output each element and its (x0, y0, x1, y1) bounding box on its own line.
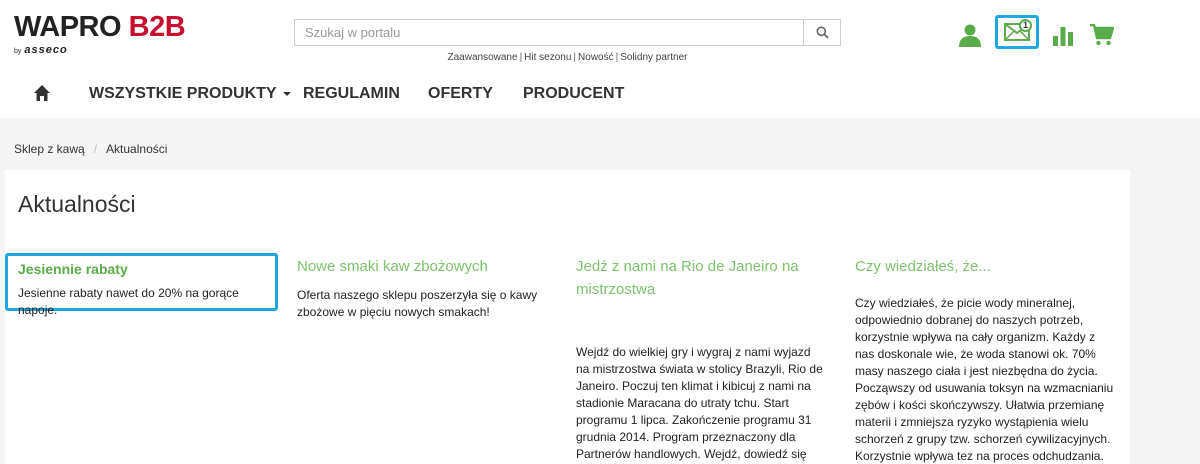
site-header: WAPRO B2B byasseco Zaawansowane|Hit sezo… (0, 0, 1200, 72)
search-link-new[interactable]: Nowość (578, 52, 614, 63)
bar-chart-icon (1053, 27, 1073, 46)
nav-all-products-label: WSZYSTKIE PRODUKTY (89, 85, 277, 102)
separator: | (519, 52, 523, 63)
home-icon (34, 85, 50, 101)
news-title[interactable]: Jedź z nami na Rio de Janeiro na mistrzo… (576, 255, 826, 301)
search-link-solid-partner[interactable]: Solidny partner (620, 52, 687, 63)
cart-button[interactable] (1087, 20, 1117, 50)
news-item[interactable]: Nowe smaki kaw zbożowych Oferta naszego … (297, 255, 547, 321)
news-text: Czy wiedziałeś, że picie wody mineralnej… (855, 296, 1114, 463)
search-icon (816, 26, 829, 39)
logo-text: WAPRO B2B (14, 11, 186, 43)
logo-by: by (14, 48, 22, 55)
breadcrumb-separator: / (93, 142, 98, 156)
main-nav: WSZYSTKIE PRODUKTY REGULAMIN OFERTY PROD… (0, 72, 1200, 118)
logo-byline: by asseco (14, 44, 185, 56)
news-text: Oferta naszego sklepu poszerzyła się o k… (297, 288, 538, 319)
logo[interactable]: WAPRO B2B by asseco (14, 11, 186, 56)
logo-wapro: WAPRO (14, 11, 122, 43)
messages-button[interactable]: 1 (995, 15, 1039, 49)
logo-b2b: B2B (128, 11, 186, 43)
separator: | (615, 52, 619, 63)
news-item[interactable]: Jedź z nami na Rio de Janeiro na mistrzo… (576, 255, 826, 464)
search-link-advanced[interactable]: Zaawansowane (448, 52, 518, 63)
separator: | (573, 52, 577, 63)
messages-badge: 1 (1019, 19, 1032, 32)
search-link-season-hit[interactable]: Hit sezonu (524, 52, 571, 63)
nav-offers[interactable]: OFERTY (428, 85, 493, 103)
breadcrumb-item-shop[interactable]: Sklep z kawą (14, 142, 85, 156)
cart-icon (1090, 24, 1114, 46)
news-text: Wejdź do wielkiej gry i wygraj z nami wy… (576, 345, 823, 461)
logo-asseco: asseco (24, 44, 68, 56)
account-button[interactable] (955, 20, 985, 50)
breadcrumb: Sklep z kawą / Aktualności (14, 142, 167, 156)
nav-home-link[interactable] (33, 84, 51, 102)
nav-all-products[interactable]: WSZYSTKIE PRODUKTY (89, 85, 291, 103)
news-item[interactable]: Jesiennie rabaty Jesienne rabaty nawet d… (5, 253, 278, 317)
page-title: Aktualności (18, 191, 136, 217)
search-button[interactable] (803, 20, 840, 45)
search-input[interactable] (295, 20, 803, 45)
chevron-down-icon (282, 91, 291, 96)
news-item[interactable]: Czy wiedziałeś, że... Czy wiedziałeś, że… (855, 255, 1117, 464)
statistics-button[interactable] (1048, 20, 1078, 50)
breadcrumb-item-current: Aktualności (106, 142, 168, 156)
nav-producer[interactable]: PRODUCENT (523, 85, 624, 103)
search-quick-links: Zaawansowane | Hit sezonu | Nowość | Solidny p… (294, 52, 841, 63)
news-title[interactable]: Czy wiedziałeś, że... (855, 255, 1117, 278)
search-box (294, 19, 841, 46)
nav-terms[interactable]: REGULAMIN (303, 85, 400, 103)
news-text: Jesienne rabaty nawet do 20% na gorące n… (18, 286, 239, 317)
news-title[interactable]: Nowe smaki kaw zbożowych (297, 255, 547, 278)
news-title[interactable]: Jesiennie rabaty (18, 259, 275, 279)
user-icon (959, 24, 981, 47)
